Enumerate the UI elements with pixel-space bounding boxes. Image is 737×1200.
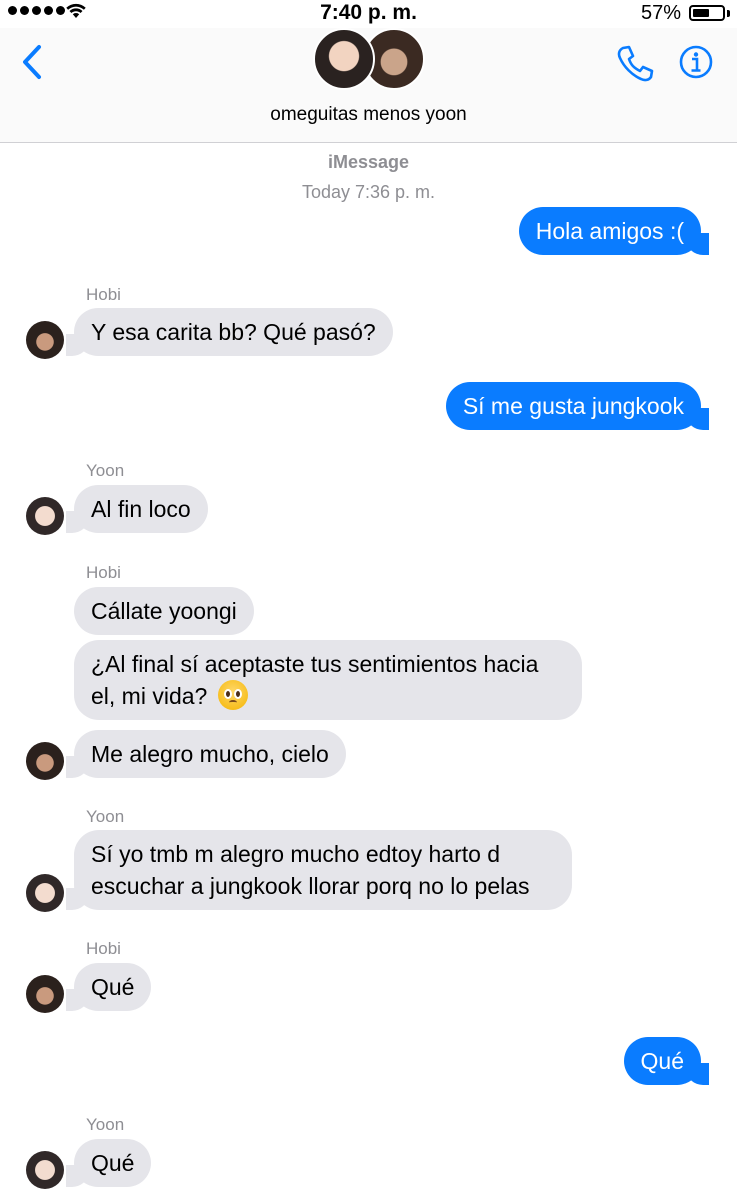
incoming-message[interactable]: Qué [65, 963, 152, 1011]
conversation-header: omeguitas menos yoon [0, 28, 737, 143]
avatar-hobi[interactable] [26, 975, 64, 1013]
avatar-yoon[interactable] [26, 497, 64, 535]
message-text: Al fin loco [91, 496, 191, 522]
incoming-message[interactable]: Me alegro mucho, cielo [66, 730, 346, 778]
incoming-message[interactable]: Sí yo tmb m alegro mucho edtoy harto d e… [66, 830, 572, 910]
member-avatar [313, 28, 375, 90]
incoming-message[interactable]: Y esa carita bb? Qué pasó? [66, 308, 393, 356]
message-text: Y esa carita bb? Qué pasó? [91, 319, 376, 345]
message-text: escuchar a jungkook llorar porq no lo pe… [91, 873, 530, 899]
timestamp: Today 7:36 p. m. [301, 182, 436, 202]
pleading-face-emoji [217, 680, 248, 710]
status-bar: 7:40 p. m. 57% [0, 0, 737, 28]
status-time: 7:40 p. m. [320, 1, 417, 24]
avatar-yoon[interactable] [26, 1151, 64, 1189]
message-text: Qué [91, 1150, 135, 1176]
message-text: el, mi vida? [91, 683, 208, 709]
avatar-hobi[interactable] [26, 321, 64, 359]
info-icon[interactable] [679, 45, 713, 79]
sender-name: Yoon [86, 807, 125, 826]
battery-nub [727, 10, 730, 17]
message-text: Sí yo tmb m alegro mucho edtoy harto d [91, 841, 501, 867]
sender-name: Yoon [86, 1115, 125, 1134]
sender-name: Yoon [86, 461, 125, 480]
outgoing-message[interactable]: Qué [623, 1037, 710, 1085]
battery-icon [689, 5, 725, 21]
chevron-left-icon[interactable] [20, 44, 44, 80]
message-text: Me alegro mucho, cielo [91, 741, 329, 767]
incoming-message[interactable]: Al fin loco [66, 485, 208, 533]
group-name[interactable]: omeguitas menos yoon [0, 104, 737, 126]
message-text: Cállate yoongi [91, 598, 237, 624]
battery-percent: 57% [640, 2, 681, 24]
sender-name: Hobi [86, 563, 121, 582]
sender-name: Hobi [86, 285, 121, 304]
incoming-message[interactable]: Cállate yoongi [74, 587, 254, 635]
incoming-message[interactable]: ¿Al final sí aceptaste tus sentimientos … [74, 640, 582, 720]
outgoing-message[interactable]: Sí me gusta jungkook [445, 382, 710, 430]
message-text: Sí me gusta jungkook [462, 393, 684, 419]
incoming-message[interactable]: Qué [65, 1139, 152, 1187]
message-text: ¿Al final sí aceptaste tus sentimientos … [91, 651, 539, 677]
message-text: Qué [91, 974, 135, 1000]
sender-name: Hobi [86, 939, 121, 958]
avatar-yoon[interactable] [26, 874, 64, 912]
avatar-hobi[interactable] [26, 742, 64, 780]
message-text: Hola amigos :( [535, 218, 684, 244]
phone-icon[interactable] [614, 44, 654, 84]
group-avatars[interactable] [313, 28, 425, 92]
outgoing-message[interactable]: Hola amigos :( [518, 207, 710, 255]
service-label: iMessage [327, 152, 410, 172]
message-text: Qué [640, 1048, 684, 1074]
